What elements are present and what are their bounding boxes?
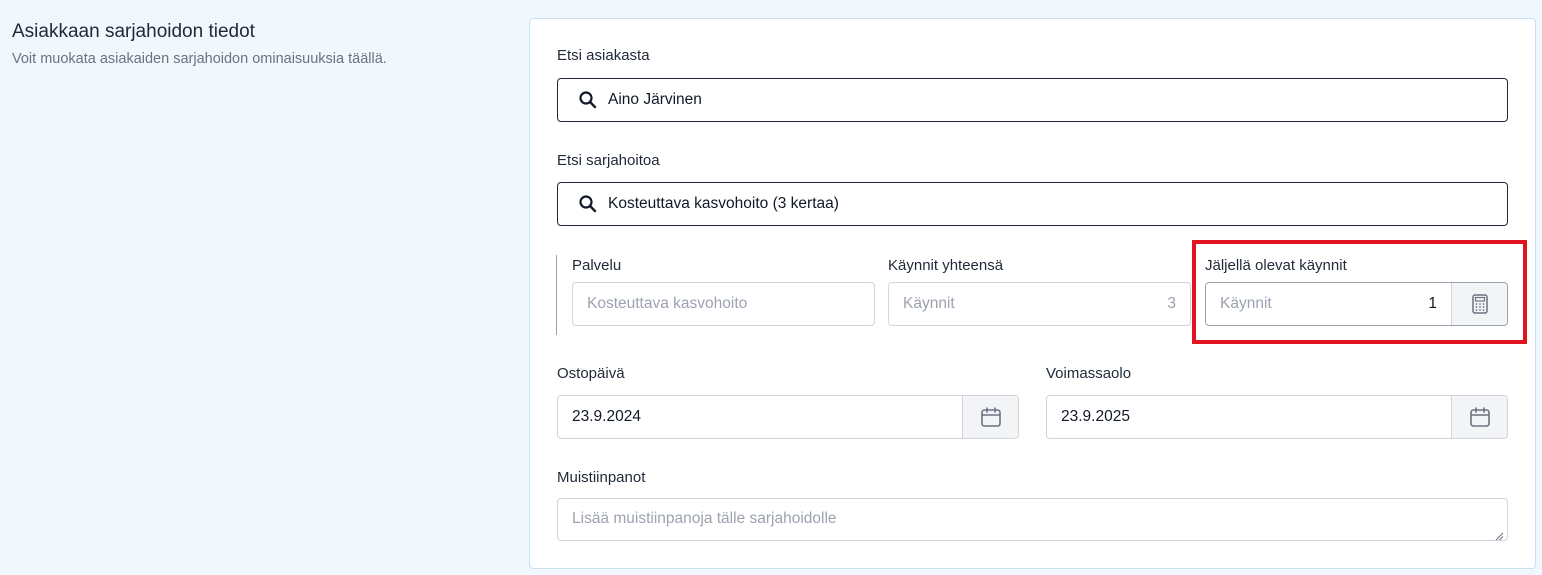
series-search-value: Kosteuttava kasvohoito (3 kertaa) — [608, 195, 839, 212]
validity-date-picker-button[interactable] — [1451, 396, 1507, 438]
purchase-date-field[interactable]: 23.9.2024 — [557, 395, 1019, 439]
highlight-box — [1192, 240, 1527, 344]
service-label: Palvelu — [572, 257, 622, 274]
notes-placeholder: Lisää muistiinpanoja tälle sarjahoidolle — [572, 510, 837, 527]
visits-total-label: Käynnit yhteensä — [888, 257, 1004, 274]
visits-total-value: 3 — [1167, 295, 1176, 312]
series-search-input[interactable]: Kosteuttava kasvohoito (3 kertaa) — [557, 182, 1508, 226]
purchase-date-value: 23.9.2024 — [572, 408, 641, 425]
search-icon — [578, 90, 598, 110]
purchase-date-picker-button[interactable] — [962, 396, 1018, 438]
calendar-icon — [980, 406, 1002, 428]
resize-handle-icon[interactable] — [1495, 528, 1504, 541]
series-search-label: Etsi sarjahoitoa — [557, 152, 660, 169]
section-title: Asiakkaan sarjahoidon tiedot — [12, 21, 255, 42]
search-icon — [578, 194, 598, 214]
customer-search-label: Etsi asiakasta — [557, 47, 650, 64]
customer-search-value: Aino Järvinen — [608, 91, 702, 108]
group-divider — [556, 255, 557, 335]
section-description: Voit muokata asiakaiden sarjahoidon omin… — [12, 51, 387, 67]
service-field[interactable]: Kosteuttava kasvohoito — [572, 282, 875, 326]
visits-total-field[interactable]: Käynnit 3 — [888, 282, 1191, 326]
notes-label: Muistiinpanot — [557, 469, 646, 486]
validity-field[interactable]: 23.9.2025 — [1046, 395, 1508, 439]
validity-value: 23.9.2025 — [1061, 408, 1130, 425]
customer-search-input[interactable]: Aino Järvinen — [557, 78, 1508, 122]
visits-total-placeholder: Käynnit — [903, 295, 955, 312]
section-header: Asiakkaan sarjahoidon tiedot Voit muokat… — [12, 20, 502, 68]
service-placeholder: Kosteuttava kasvohoito — [587, 295, 748, 312]
calendar-icon — [1469, 406, 1491, 428]
purchase-date-label: Ostopäivä — [557, 365, 625, 382]
validity-label: Voimassaolo — [1046, 365, 1132, 382]
notes-textarea[interactable]: Lisää muistiinpanoja tälle sarjahoidolle — [557, 498, 1508, 541]
